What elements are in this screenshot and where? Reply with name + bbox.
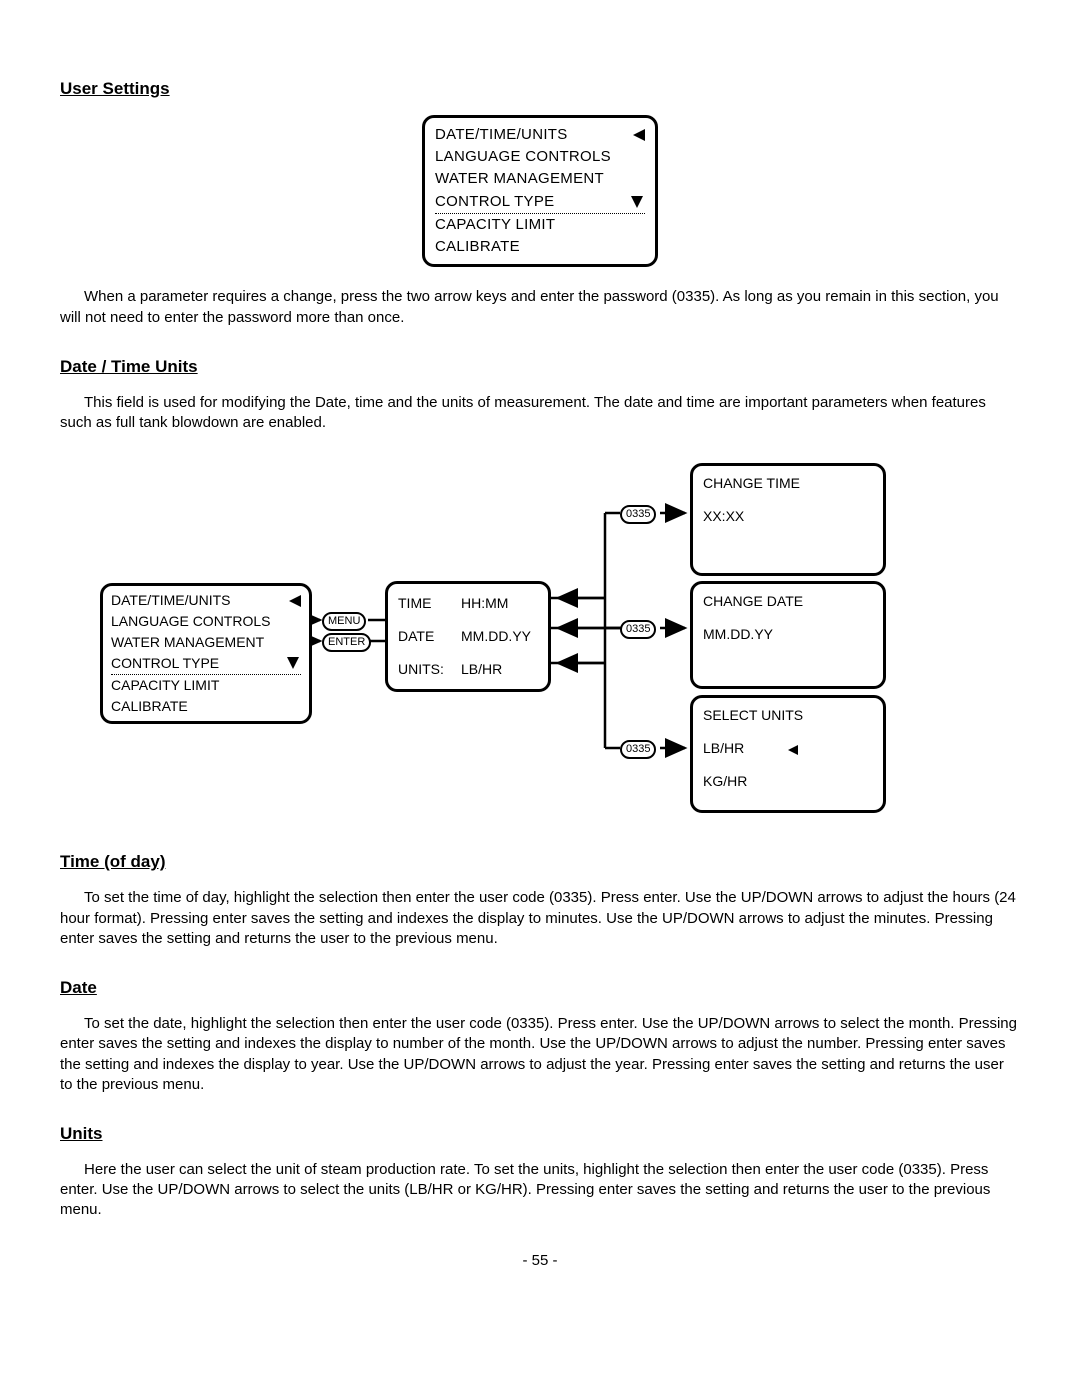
code-pill: 0335: [620, 620, 656, 639]
menu-item: DATE/TIME/UNITS: [111, 590, 301, 611]
left-arrow-icon: [788, 745, 798, 755]
row-units: UNITS: LB/HR: [388, 658, 548, 681]
box-title: CHANGE DATE: [693, 590, 883, 613]
paragraph-user-settings: When a parameter requires a change, pres…: [60, 287, 1020, 328]
box-option: LB/HR: [693, 737, 883, 760]
menu-item-label: CAPACITY LIMIT: [435, 216, 555, 233]
time-date-units-box: TIME HH:MM DATE MM.DD.YY UNITS: LB/HR: [385, 581, 551, 692]
paragraph-date: To set the date, highlight the selection…: [60, 1014, 1020, 1095]
menu-item-label: CONTROL TYPE: [435, 193, 554, 210]
menu-item: CONTROL TYPE: [435, 191, 645, 214]
paragraph-time-of-day: To set the time of day, highlight the se…: [60, 888, 1020, 949]
menu-item: LANGUAGE CONTROLS: [435, 146, 645, 168]
left-arrow-icon: [633, 129, 645, 141]
heading-time-of-day: Time (of day): [60, 851, 1020, 874]
row-time: TIME HH:MM: [388, 592, 548, 615]
key-pill-enter: ENTER: [322, 633, 371, 652]
menu-item: CAPACITY LIMIT: [111, 675, 301, 696]
menu-item-label: DATE/TIME/UNITS: [111, 592, 231, 608]
key-pill-menu: MENU: [322, 612, 366, 631]
flow-diagram: DATE/TIME/UNITS LANGUAGE CONTROLS WATER …: [60, 463, 1020, 823]
change-time-box: CHANGE TIME XX:XX: [690, 463, 886, 576]
heading-user-settings: User Settings: [60, 78, 1020, 101]
menu-item: CALIBRATE: [111, 696, 301, 717]
menu-item-label: WATER MANAGEMENT: [435, 170, 604, 187]
menu-box-diagram: DATE/TIME/UNITS LANGUAGE CONTROLS WATER …: [100, 583, 312, 723]
box-title: CHANGE TIME: [693, 472, 883, 495]
box-value: MM.DD.YY: [693, 623, 883, 646]
field-label: DATE: [398, 627, 443, 646]
code-pill: 0335: [620, 740, 656, 759]
down-arrow-icon: [287, 657, 299, 669]
field-label: UNITS:: [398, 660, 443, 679]
box-option: KG/HR: [693, 770, 883, 793]
menu-item: LANGUAGE CONTROLS: [111, 611, 301, 632]
menu-item-label: WATER MANAGEMENT: [111, 634, 264, 650]
menu-item: CONTROL TYPE: [111, 653, 301, 675]
menu-item: CALIBRATE: [435, 236, 645, 258]
change-date-box: CHANGE DATE MM.DD.YY: [690, 581, 886, 689]
paragraph-date-time-units: This field is used for modifying the Dat…: [60, 393, 1020, 434]
menu-item: DATE/TIME/UNITS: [435, 124, 645, 146]
heading-date: Date: [60, 977, 1020, 1000]
menu-item-label: DATE/TIME/UNITS: [435, 126, 568, 143]
menu-item-label: CAPACITY LIMIT: [111, 677, 219, 693]
paragraph-units: Here the user can select the unit of ste…: [60, 1160, 1020, 1221]
menu-box-top: DATE/TIME/UNITS LANGUAGE CONTROLS WATER …: [422, 115, 658, 268]
menu-item-label: LANGUAGE CONTROLS: [435, 148, 611, 165]
field-value: LB/HR: [461, 660, 502, 679]
row-date: DATE MM.DD.YY: [388, 625, 548, 648]
menu-item: WATER MANAGEMENT: [435, 168, 645, 190]
menu-item-label: CALIBRATE: [111, 698, 188, 714]
menu-item: CAPACITY LIMIT: [435, 214, 645, 236]
menu-item-label: LANGUAGE CONTROLS: [111, 613, 270, 629]
option-label: LB/HR: [703, 740, 744, 756]
select-units-box: SELECT UNITS LB/HR KG/HR: [690, 695, 886, 813]
heading-units: Units: [60, 1123, 1020, 1146]
menu-item-label: CALIBRATE: [435, 238, 520, 255]
page-number: - 55 -: [60, 1251, 1020, 1271]
menu-item: WATER MANAGEMENT: [111, 632, 301, 653]
left-arrow-icon: [289, 595, 301, 607]
box-value: XX:XX: [693, 505, 883, 528]
field-value: HH:MM: [461, 594, 508, 613]
down-arrow-icon: [631, 196, 643, 208]
heading-date-time-units: Date / Time Units: [60, 356, 1020, 379]
field-value: MM.DD.YY: [461, 627, 531, 646]
field-label: TIME: [398, 594, 443, 613]
code-pill: 0335: [620, 505, 656, 524]
box-title: SELECT UNITS: [693, 704, 883, 727]
menu-item-label: CONTROL TYPE: [111, 655, 219, 671]
